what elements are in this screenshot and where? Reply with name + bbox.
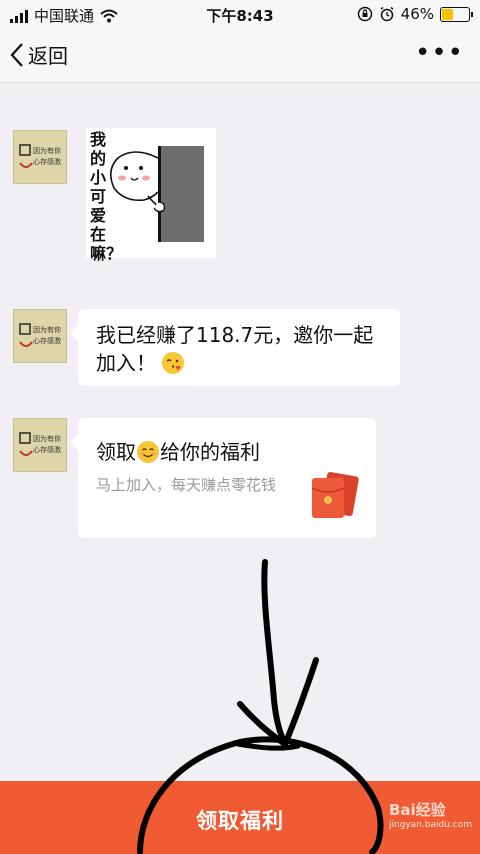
more-options-button[interactable]: •••: [415, 38, 464, 68]
avatar-text-2: 心存感激: [33, 157, 61, 166]
avatar-image: 因为有你 心存感激: [14, 310, 66, 362]
status-bar: 中国联通 下午8:43 46%: [0, 0, 480, 28]
lock-rotation-icon: [357, 6, 372, 22]
card-message-bubble[interactable]: 领取 给你的福利 马上加入，每天赚点零花钱: [70, 418, 376, 538]
card-title-before: 领取: [96, 440, 136, 464]
message-text: 我已经赚了118.7元，邀你一起加入！: [96, 323, 374, 375]
back-button[interactable]: 返回: [10, 40, 68, 69]
card-title: 领取 给你的福利: [96, 436, 260, 465]
card-subtitle: 马上加入，每天赚点零花钱: [96, 476, 277, 494]
battery-icon: [440, 6, 473, 22]
avatar[interactable]: 因为有你 心存感激: [13, 130, 67, 184]
avatar-text-1: 因为有你: [33, 434, 61, 443]
avatar-text-2: 心存感激: [33, 336, 61, 345]
alarm-icon: [380, 6, 394, 22]
message-text-wrap: 我已经赚了118.7元，邀你一起加入！: [96, 321, 386, 377]
smiling-face-icon: [137, 441, 159, 463]
kissing-face-icon: [162, 352, 185, 374]
avatar[interactable]: 因为有你 心存感激: [13, 309, 67, 363]
battery-percent: 46%: [400, 5, 434, 23]
avatar-image: 因为有你 心存感激: [14, 419, 66, 471]
avatar[interactable]: 因为有你 心存感激: [13, 418, 67, 472]
red-envelope-icon: [311, 472, 359, 518]
sticker-caption: 我的小可爱在嘛？: [90, 130, 123, 263]
avatar-image: 因为有你 心存感激: [14, 131, 66, 183]
avatar-text-1: 因为有你: [33, 146, 61, 155]
card-title-after: 给你的福利: [160, 440, 260, 464]
back-label: 返回: [28, 44, 68, 68]
watermark-text: Bai经验: [388, 801, 446, 819]
text-message-bubble[interactable]: 我已经赚了118.7元，邀你一起加入！: [70, 309, 400, 386]
baidu-jingyan-watermark: Bai经验 jingyan.baidu.com: [389, 799, 472, 830]
sticker-message[interactable]: 我的小可爱在嘛？: [86, 128, 216, 263]
watermark-url: jingyan.baidu.com: [388, 820, 472, 830]
chevron-left-icon: [10, 42, 23, 67]
avatar-text-1: 因为有你: [33, 325, 61, 334]
nav-bar: 返回 •••: [0, 28, 480, 83]
battery-fill: [442, 8, 454, 20]
avatar-text-2: 心存感激: [33, 445, 61, 454]
status-right: 46%: [357, 5, 473, 23]
